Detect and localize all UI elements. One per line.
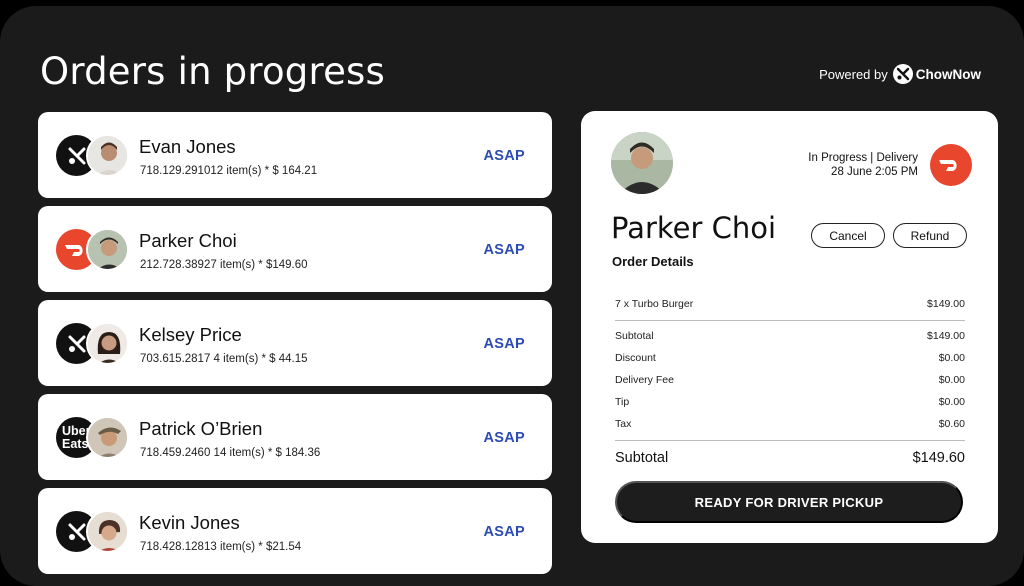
order-meta: 212.728.38927 item(s) * $149.60 [140, 259, 308, 271]
row-label: Tax [615, 418, 632, 430]
row-label: Discount [615, 352, 656, 364]
cancel-button[interactable]: Cancel [811, 223, 885, 248]
total-label: Subtotal [615, 450, 669, 466]
timing-label: ASAP [483, 148, 525, 164]
divider [615, 320, 965, 321]
total-value: $149.60 [912, 450, 965, 466]
customer-name: Evan Jones [139, 136, 236, 157]
divider [615, 440, 965, 441]
avatar [86, 228, 129, 271]
order-card[interactable]: Parker Choi 212.728.38927 item(s) * $149… [38, 206, 552, 292]
line-item: 7 x Turbo Burger $149.00 [615, 293, 965, 315]
row-value: $0.60 [938, 418, 965, 430]
avatar [86, 416, 129, 459]
app-frame: Orders in progress Powered by ChowNow Ev… [0, 6, 1024, 586]
order-card[interactable]: Evan Jones 718.129.291012 item(s) * $ 16… [38, 112, 552, 198]
timing-label: ASAP [483, 242, 525, 258]
order-meta: 703.615.2817 4 item(s) * $ 44.15 [140, 353, 308, 365]
chownow-logo-icon [892, 64, 913, 84]
doordash-icon [930, 144, 972, 186]
order-meta: 718.428.12813 item(s) * $21.54 [140, 541, 302, 553]
tip-row: Tip $0.00 [615, 391, 965, 413]
powered-by-label: Powered by [819, 66, 888, 82]
delivery-fee-row: Delivery Fee $0.00 [615, 369, 965, 391]
row-value: $149.00 [927, 330, 965, 342]
customer-name-heading: Parker Choi [611, 211, 777, 245]
avatar [86, 322, 129, 365]
order-meta: 718.459.2460 14 item(s) * $ 184.36 [140, 447, 321, 459]
row-value: $0.00 [938, 396, 965, 408]
customer-avatar [611, 132, 673, 194]
brand-name: ChowNow [915, 66, 981, 82]
order-detail-panel: In Progress | Delivery 28 June 2:05 PM P… [581, 111, 998, 543]
subtotal-row: Subtotal $149.00 [615, 325, 965, 347]
row-value: $0.00 [938, 352, 965, 364]
avatar [86, 134, 129, 177]
order-card[interactable]: Uber Eats Patrick O’Brien 718.459.2460 1… [38, 394, 552, 480]
tax-row: Tax $0.60 [615, 413, 965, 435]
order-card[interactable]: Kelsey Price 703.615.2817 4 item(s) * $ … [38, 300, 552, 386]
discount-row: Discount $0.00 [615, 347, 965, 369]
customer-name: Kelsey Price [139, 324, 242, 345]
order-datetime: 28 June 2:05 PM [831, 166, 918, 178]
customer-name: Parker Choi [139, 230, 237, 251]
row-label: Subtotal [615, 330, 654, 342]
status-text: In Progress | Delivery [808, 152, 918, 164]
avatar [86, 510, 129, 553]
ready-for-pickup-button[interactable]: READY FOR DRIVER PICKUP [615, 481, 963, 523]
powered-by: Powered by ChowNow [819, 64, 981, 84]
row-label: Delivery Fee [615, 374, 674, 386]
refund-button[interactable]: Refund [893, 223, 967, 248]
line-item-label: 7 x Turbo Burger [615, 298, 694, 310]
timing-label: ASAP [483, 336, 525, 352]
line-item-value: $149.00 [927, 298, 965, 310]
row-label: Tip [615, 396, 630, 408]
order-status: In Progress | Delivery 28 June 2:05 PM [808, 151, 918, 179]
row-value: $0.00 [938, 374, 965, 386]
total-row: Subtotal $149.60 [615, 445, 965, 471]
timing-label: ASAP [483, 430, 525, 446]
order-meta: 718.129.291012 item(s) * $ 164.21 [140, 165, 318, 177]
order-details-heading: Order Details [612, 254, 694, 269]
page-title: Orders in progress [40, 50, 386, 93]
customer-name: Kevin Jones [139, 512, 240, 533]
order-card[interactable]: Kevin Jones 718.428.12813 item(s) * $21.… [38, 488, 552, 574]
timing-label: ASAP [483, 524, 525, 540]
orders-list: Evan Jones 718.129.291012 item(s) * $ 16… [38, 112, 552, 582]
order-lines: 7 x Turbo Burger $149.00 Subtotal $149.0… [615, 293, 965, 471]
customer-name: Patrick O’Brien [139, 418, 263, 439]
